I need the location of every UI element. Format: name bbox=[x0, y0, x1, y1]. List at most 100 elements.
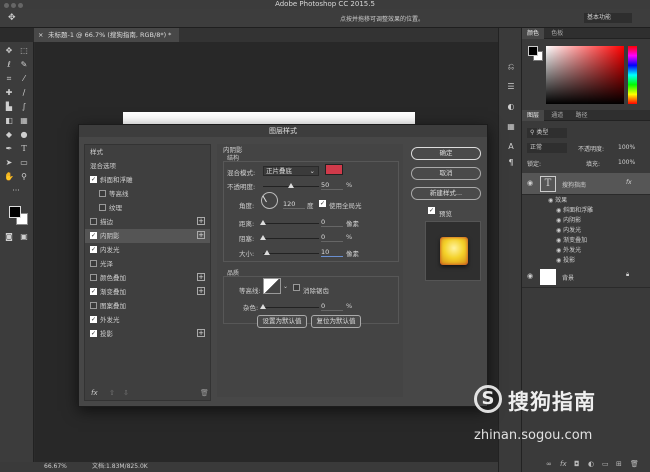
style-checkbox[interactable]: ✓ bbox=[90, 316, 97, 323]
style-checkbox[interactable]: ✓ bbox=[90, 288, 97, 295]
screen-mode-icon[interactable]: ▣ bbox=[19, 232, 29, 242]
layer-row-text[interactable]: ◉ T 搜狗指南 fx bbox=[522, 173, 650, 195]
blend-mode-select[interactable]: 正片叠底 ⌄ bbox=[263, 166, 319, 176]
history-brush-icon[interactable]: ∫ bbox=[19, 102, 29, 112]
quick-select-icon[interactable]: ✎ bbox=[19, 60, 29, 70]
style-checkbox[interactable] bbox=[99, 190, 106, 197]
layer-blend-mode[interactable]: 正常 bbox=[527, 143, 567, 153]
layer-name[interactable]: 搜狗指南 bbox=[562, 180, 586, 189]
layer-filter[interactable]: ⚲ 类型 bbox=[527, 128, 567, 138]
styles-panel-icon[interactable]: ▦ bbox=[506, 122, 516, 132]
add-instance-icon[interactable]: + bbox=[197, 287, 205, 295]
size-input[interactable]: 10 bbox=[321, 247, 343, 257]
style-checkbox[interactable] bbox=[90, 260, 97, 267]
make-default-button[interactable]: 设置为默认值 bbox=[257, 315, 307, 328]
style-item[interactable]: ✓ 内阴影 + bbox=[85, 229, 210, 243]
noise-slider[interactable] bbox=[260, 304, 319, 309]
styles-header[interactable]: 样式 bbox=[85, 145, 210, 159]
effect-item[interactable]: ◉ 内发光 bbox=[556, 225, 581, 234]
style-checkbox[interactable]: ✓ bbox=[90, 330, 97, 337]
eraser-icon[interactable]: ◧ bbox=[4, 116, 14, 126]
add-instance-icon[interactable]: + bbox=[197, 231, 205, 239]
style-item[interactable]: 描边 + bbox=[85, 215, 210, 229]
type-icon[interactable]: T bbox=[19, 144, 29, 154]
shadow-color-swatch[interactable] bbox=[325, 164, 343, 175]
character-panel-icon[interactable]: A bbox=[506, 142, 516, 152]
choke-input[interactable]: 0 bbox=[321, 232, 343, 242]
opacity-value[interactable]: 100% bbox=[618, 144, 635, 151]
size-slider[interactable] bbox=[263, 250, 319, 255]
close-icon[interactable]: × bbox=[38, 28, 43, 42]
distance-input[interactable]: 0 bbox=[321, 217, 343, 227]
shape-icon[interactable]: ▭ bbox=[19, 158, 29, 168]
history-panel-icon[interactable]: ⎌ bbox=[506, 62, 516, 72]
style-item[interactable]: ✓ 斜面和浮雕 bbox=[85, 173, 210, 187]
effect-item[interactable]: ◉ 投影 bbox=[556, 255, 575, 264]
style-item[interactable]: ✓ 投影 + bbox=[85, 327, 210, 341]
link-icon[interactable]: ∞ bbox=[546, 460, 552, 468]
trash-icon[interactable]: 🗑︎ bbox=[630, 460, 639, 468]
workspace-select[interactable]: 基本功能 bbox=[584, 13, 632, 23]
style-checkbox[interactable] bbox=[90, 274, 97, 281]
eyedropper-icon[interactable]: ⁄ bbox=[19, 74, 29, 84]
hue-slider[interactable] bbox=[628, 46, 637, 104]
style-checkbox[interactable]: ✓ bbox=[90, 232, 97, 239]
tab-swatches[interactable]: 色板 bbox=[546, 28, 568, 39]
effect-item[interactable]: ◉ 斜面和浮雕 bbox=[556, 205, 593, 214]
add-instance-icon[interactable]: + bbox=[197, 273, 205, 281]
ok-button[interactable]: 确定 bbox=[411, 147, 481, 160]
tab-color[interactable]: 颜色 bbox=[522, 28, 545, 39]
chevron-down-icon[interactable]: ⌄ bbox=[283, 283, 288, 290]
size-knob[interactable] bbox=[264, 250, 270, 255]
effect-item[interactable]: ◉ 渐变叠加 bbox=[556, 235, 587, 244]
brush-icon[interactable]: ∕ bbox=[19, 88, 29, 98]
style-checkbox[interactable] bbox=[90, 302, 97, 309]
fx-menu-icon[interactable]: fx bbox=[91, 389, 98, 397]
style-item[interactable]: ✓ 渐变叠加 + bbox=[85, 285, 210, 299]
noise-knob[interactable] bbox=[260, 304, 266, 309]
style-checkbox[interactable]: ✓ bbox=[90, 176, 97, 183]
preview-checkbox[interactable]: ✓ bbox=[428, 207, 435, 214]
antialias-checkbox[interactable] bbox=[293, 284, 300, 291]
style-item[interactable]: ✓ 内发光 bbox=[85, 243, 210, 257]
effect-item[interactable]: ◉ 外发光 bbox=[556, 245, 581, 254]
add-instance-icon[interactable]: + bbox=[197, 329, 205, 337]
eye-icon[interactable]: ◉ bbox=[527, 179, 533, 187]
angle-dial[interactable] bbox=[261, 192, 278, 209]
pen-icon[interactable]: ✒ bbox=[4, 144, 14, 154]
layer-name[interactable]: 背景 bbox=[562, 273, 574, 282]
global-light-checkbox[interactable]: ✓ bbox=[319, 200, 326, 207]
properties-panel-icon[interactable]: ☰ bbox=[506, 82, 516, 92]
reset-default-button[interactable]: 复位为默认值 bbox=[311, 315, 361, 328]
healing-icon[interactable]: ✚ bbox=[4, 88, 14, 98]
choke-knob[interactable] bbox=[260, 235, 266, 240]
zoom-readout[interactable]: 66.67% bbox=[44, 462, 67, 472]
opacity-slider[interactable] bbox=[263, 183, 319, 188]
contour-picker[interactable] bbox=[263, 278, 281, 294]
move-up-icon[interactable]: ⇧ bbox=[109, 389, 115, 397]
opacity-input[interactable]: 50 bbox=[321, 180, 343, 190]
style-item[interactable]: 等高线 bbox=[85, 187, 210, 201]
mask-icon[interactable]: ◘ bbox=[574, 460, 580, 468]
noise-input[interactable]: 0 bbox=[321, 301, 343, 311]
effect-item[interactable]: ◉ 内阴影 bbox=[556, 215, 581, 224]
blur-icon[interactable]: ◆ bbox=[4, 130, 14, 140]
style-item[interactable]: 光泽 bbox=[85, 257, 210, 271]
adjustments-panel-icon[interactable]: ◐ bbox=[506, 102, 516, 112]
style-item[interactable]: ✓ 外发光 bbox=[85, 313, 210, 327]
move-tool-icon[interactable]: ✥ bbox=[8, 13, 16, 23]
new-layer-icon[interactable]: ⊞ bbox=[616, 460, 622, 468]
cancel-button[interactable]: 取消 bbox=[411, 167, 481, 180]
document-tab[interactable]: × 未标题-1 @ 66.7% (搜狗指南, RGB/8*) * bbox=[34, 28, 180, 42]
style-checkbox[interactable] bbox=[99, 204, 106, 211]
layer-row-background[interactable]: ◉ 背景 🔒︎ bbox=[522, 266, 650, 288]
tab-channels[interactable]: 通道 bbox=[546, 110, 568, 121]
distance-slider[interactable] bbox=[260, 220, 319, 225]
style-item[interactable]: 纹理 bbox=[85, 201, 210, 215]
add-instance-icon[interactable]: + bbox=[197, 217, 205, 225]
path-select-icon[interactable]: ➤ bbox=[4, 158, 14, 168]
new-style-button[interactable]: 新建样式... bbox=[411, 187, 481, 200]
style-item[interactable]: 图案叠加 bbox=[85, 299, 210, 313]
color-field[interactable] bbox=[546, 46, 624, 104]
style-checkbox[interactable]: ✓ bbox=[90, 246, 97, 253]
